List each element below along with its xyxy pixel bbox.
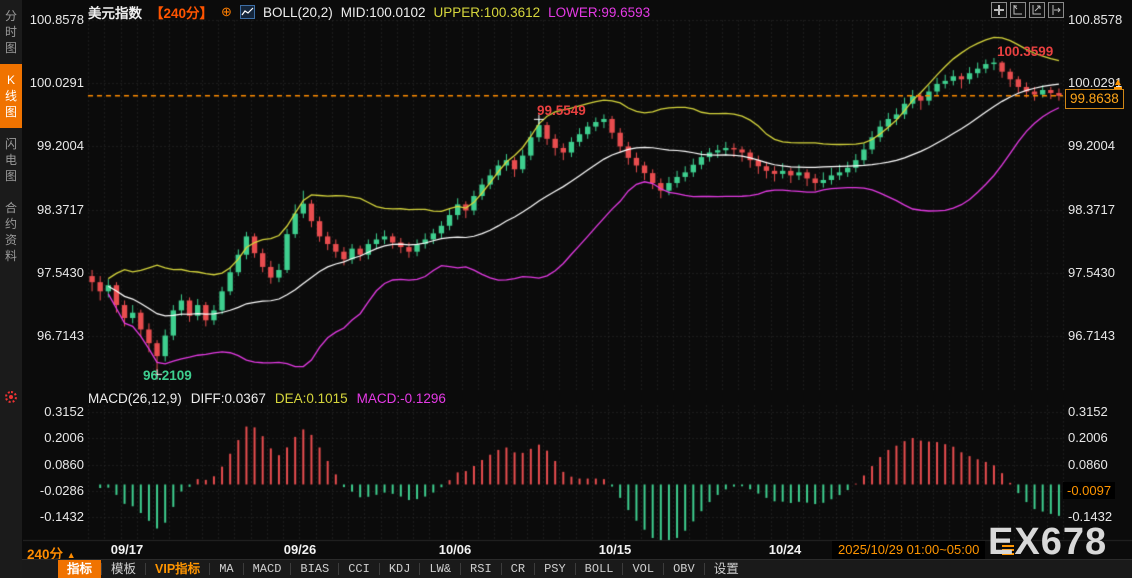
x-axis-date: 10/24 xyxy=(768,542,802,557)
price-axis-label-left: 96.7143 xyxy=(37,328,84,343)
indicator-toolbar: 指标 模板 VIP指标 MA MACD BIAS CCI KDJ LW& RSI CR PSY BOLL… xyxy=(22,559,1132,578)
toolbar-vip-indicators[interactable]: VIP指标 xyxy=(146,560,209,578)
chart-tools xyxy=(991,2,1064,18)
price-axis-label-right: 96.7143 xyxy=(1068,328,1115,343)
sidebar-tab-time-share-chart[interactable]: 分时图 xyxy=(0,0,22,64)
sidebar-tab-contract-info[interactable]: 合约资料 xyxy=(0,192,22,272)
toolbar-lwr[interactable]: LW& xyxy=(420,560,460,578)
live-dot-icon[interactable] xyxy=(5,391,17,403)
macd-current-badge: -0.0097 xyxy=(1063,482,1116,499)
macd-header: MACD(26,12,9) DIFF:0.0367 DEA:0.1015 MAC… xyxy=(88,391,446,406)
toolbar-kdj[interactable]: KDJ xyxy=(380,560,420,578)
collapse-icon[interactable]: ⊕ xyxy=(221,4,232,20)
scale-right-icon[interactable] xyxy=(1029,2,1045,18)
toolbar-settings[interactable]: 设置 xyxy=(705,560,748,578)
price-axis-label-left: 99.2004 xyxy=(37,138,84,154)
pan-right-icon[interactable] xyxy=(1048,2,1064,18)
toolbar-cr[interactable]: CR xyxy=(502,560,534,578)
toolbar-boll[interactable]: BOLL xyxy=(576,560,623,578)
toolbar-vol[interactable]: VOL xyxy=(623,560,663,578)
macd-axis-label-left: -0.0286 xyxy=(39,483,84,499)
boll-upper-value: UPPER:100.3612 xyxy=(433,4,541,20)
boll-label: BOLL(20,2) xyxy=(262,4,333,20)
toolbar-cci[interactable]: CCI xyxy=(339,560,379,578)
macd-dea-value: DEA:0.1015 xyxy=(274,391,348,406)
toolbar-psy[interactable]: PSY xyxy=(535,560,575,578)
toolbar-ma[interactable]: MA xyxy=(210,560,242,578)
price-axis-label-left: 100.0291 xyxy=(29,75,84,91)
move-icon[interactable] xyxy=(991,2,1007,18)
x-axis-date: 09/17 xyxy=(110,542,144,557)
symbol-title: 美元指数 xyxy=(88,6,142,21)
boll-lower-value: LOWER:99.6593 xyxy=(548,4,651,20)
period-label[interactable]: 【240分】 xyxy=(150,2,213,22)
macd-axis-label-left: 0.3152 xyxy=(44,404,84,419)
price-axis-label-right: 99.2004 xyxy=(1068,138,1115,154)
toolbar-macd[interactable]: MACD xyxy=(244,560,291,578)
macd-diff-value: DIFF:0.0367 xyxy=(190,391,266,406)
price-axis-label-right: 100.8578 xyxy=(1068,12,1123,27)
x-axis-date: 09/26 xyxy=(283,542,317,557)
period-high-label: 100.3599 xyxy=(997,44,1054,59)
price-axis-label-left: 98.3717 xyxy=(37,201,84,217)
x-axis-date: 10/15 xyxy=(598,542,632,557)
price-axis-label-left: 97.5430 xyxy=(37,264,84,280)
left-sidebar: 分时图 K线图 闪电图 合约资料 xyxy=(0,0,23,578)
sidebar-tab-flash-chart[interactable]: 闪电图 xyxy=(0,128,22,192)
toolbar-rsi[interactable]: RSI xyxy=(461,560,501,578)
bar-time-range: 2025/10/29 01:00~05:00 xyxy=(832,541,986,559)
last-price-badge: 99.8638 xyxy=(1065,89,1124,109)
price-up-arrow-icon: ▲ xyxy=(1113,77,1123,89)
chart-window: 分时图 K线图 闪电图 合约资料 美元指数 【240分】 ⊕ BOLL(20,2) M… xyxy=(0,0,1132,578)
scale-left-icon[interactable] xyxy=(1010,2,1026,18)
swing-high-label: 99.5549 xyxy=(537,103,586,118)
macd-axis-label-left: -0.1432 xyxy=(39,509,84,525)
macd-axis-label-right: 0.0860 xyxy=(1068,456,1108,472)
price-axis-label-left: 100.8578 xyxy=(29,12,84,27)
macd-label: MACD(26,12,9) xyxy=(88,391,182,406)
macd-axis-label-right: 0.3152 xyxy=(1068,404,1108,419)
toolbar-indicators[interactable]: 指标 xyxy=(58,560,102,578)
macd-hist-value: MACD:-0.1296 xyxy=(356,391,446,406)
watermark: EX678 xyxy=(988,521,1108,563)
toolbar-templates[interactable]: 模板 xyxy=(102,560,145,578)
boll-mid-value: MID:100.0102 xyxy=(340,4,426,20)
price-axis-label-right: 98.3717 xyxy=(1068,201,1115,217)
toolbar-obv[interactable]: OBV xyxy=(664,560,704,578)
macd-axis-label-right: 0.2006 xyxy=(1068,430,1108,446)
price-axis-label-right: 97.5430 xyxy=(1068,264,1115,280)
toolbar-bias[interactable]: BIAS xyxy=(291,560,338,578)
x-axis-date: 10/06 xyxy=(438,542,472,557)
macd-axis-label-left: 0.2006 xyxy=(44,430,84,446)
sidebar-tab-kline-chart[interactable]: K线图 xyxy=(0,64,22,128)
chart-canvas[interactable] xyxy=(0,0,1132,578)
macd-axis-label-left: 0.0860 xyxy=(44,456,84,472)
indicator-chart-icon[interactable] xyxy=(239,5,255,19)
period-low-label: 96.2109 xyxy=(143,368,192,383)
chart-header: 美元指数 【240分】 ⊕ BOLL(20,2) MID:100.0102 UP… xyxy=(88,2,650,22)
